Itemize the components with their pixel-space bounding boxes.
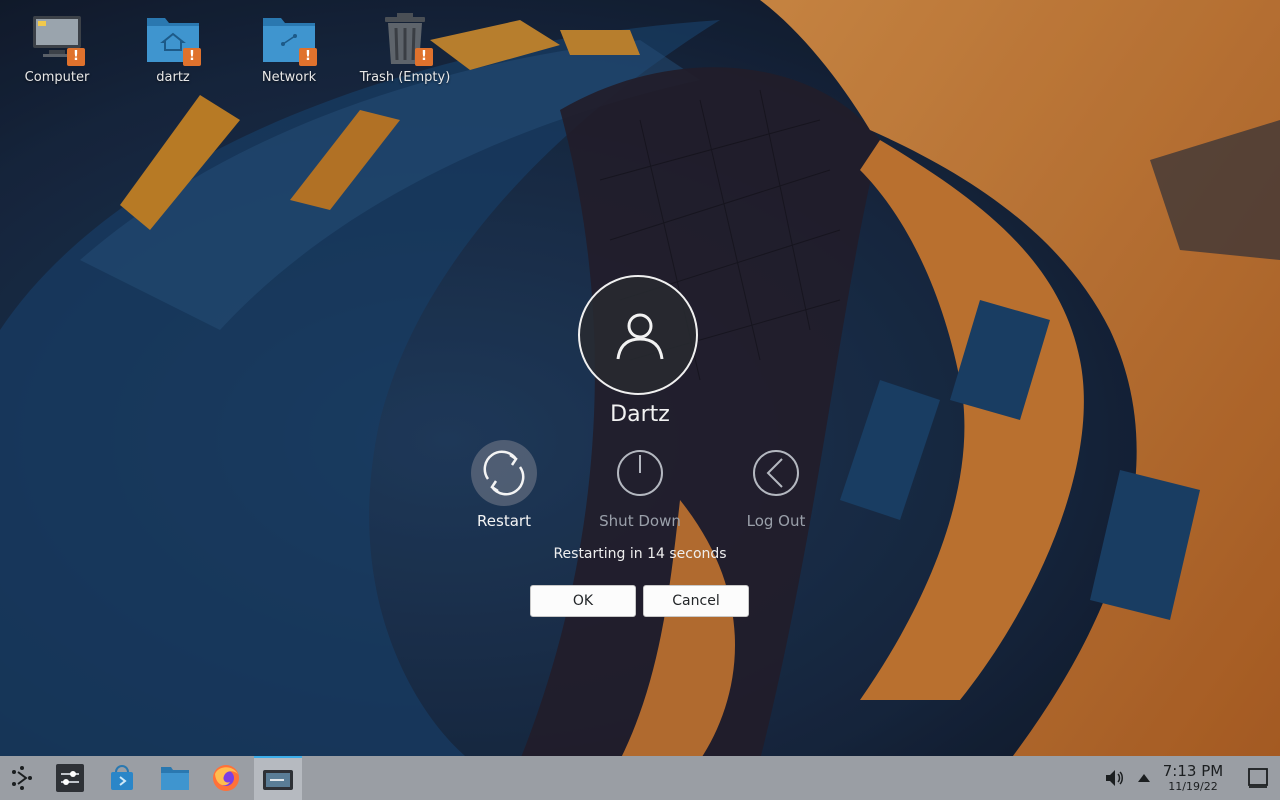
ok-button[interactable]: OK bbox=[530, 585, 636, 617]
user-icon bbox=[616, 313, 664, 360]
warning-badge-icon: ! bbox=[183, 48, 201, 66]
show-desktop-icon bbox=[1248, 768, 1268, 788]
restart-label: Restart bbox=[477, 512, 531, 530]
warning-badge-icon: ! bbox=[299, 48, 317, 66]
cancel-button[interactable]: Cancel bbox=[643, 585, 749, 617]
file-manager-icon bbox=[161, 767, 189, 790]
desktop-icon-computer[interactable]: ! Computer bbox=[7, 10, 107, 85]
taskbar-firefox[interactable] bbox=[204, 756, 248, 800]
trash-icon: ! bbox=[377, 10, 433, 66]
taskbar: 7:13 PM 11/19/22 bbox=[0, 756, 1280, 800]
discover-icon bbox=[111, 765, 133, 790]
restart-button[interactable]: Restart bbox=[449, 440, 559, 530]
desktop-icon-label: dartz bbox=[156, 70, 190, 85]
warning-badge-icon: ! bbox=[415, 48, 433, 66]
desktop-wallpaper bbox=[0, 0, 1280, 800]
tray-expand-button[interactable] bbox=[1132, 756, 1156, 800]
restart-icon bbox=[483, 450, 525, 496]
show-desktop-button[interactable] bbox=[1236, 756, 1280, 800]
tray-expand-icon bbox=[1138, 774, 1150, 782]
tray-volume[interactable] bbox=[1096, 756, 1132, 800]
power-icon bbox=[617, 450, 663, 496]
clock-date[interactable]: 11/19/22 bbox=[1158, 780, 1228, 793]
desktop-icon-label: Computer bbox=[24, 70, 90, 85]
taskbar-konsole[interactable] bbox=[254, 756, 302, 800]
firefox-icon bbox=[213, 765, 239, 791]
user-avatar bbox=[578, 275, 698, 395]
desktop-icon-label: Network bbox=[261, 70, 317, 85]
shut-down-button[interactable]: Shut Down bbox=[585, 440, 695, 530]
desktop-icon-label: Trash (Empty) bbox=[359, 70, 451, 85]
user-name: Dartz bbox=[610, 402, 670, 427]
application-launcher[interactable] bbox=[0, 756, 44, 800]
logout-icon bbox=[753, 450, 799, 496]
desktop-icon-trash[interactable]: ! Trash (Empty) bbox=[355, 10, 455, 85]
log-out-button[interactable]: Log Out bbox=[721, 440, 831, 530]
shut-down-label: Shut Down bbox=[599, 512, 681, 530]
app-menu-icon bbox=[12, 766, 32, 790]
network-folder-icon: ! bbox=[261, 10, 317, 66]
system-settings-icon bbox=[56, 764, 84, 792]
countdown-message: Restarting in 14 seconds bbox=[553, 546, 727, 562]
home-folder-icon: ! bbox=[145, 10, 201, 66]
volume-icon bbox=[1106, 770, 1123, 786]
clock-time[interactable]: 7:13 PM bbox=[1158, 762, 1228, 780]
konsole-icon bbox=[263, 770, 293, 790]
taskbar-file-manager[interactable] bbox=[152, 756, 196, 800]
taskbar-discover[interactable] bbox=[100, 756, 144, 800]
computer-icon: ! bbox=[29, 10, 85, 66]
warning-badge-icon: ! bbox=[67, 48, 85, 66]
desktop-icon-network[interactable]: ! Network bbox=[239, 10, 339, 85]
desktop-icon-home[interactable]: ! dartz bbox=[123, 10, 223, 85]
log-out-label: Log Out bbox=[746, 512, 806, 530]
taskbar-system-settings[interactable] bbox=[48, 756, 92, 800]
